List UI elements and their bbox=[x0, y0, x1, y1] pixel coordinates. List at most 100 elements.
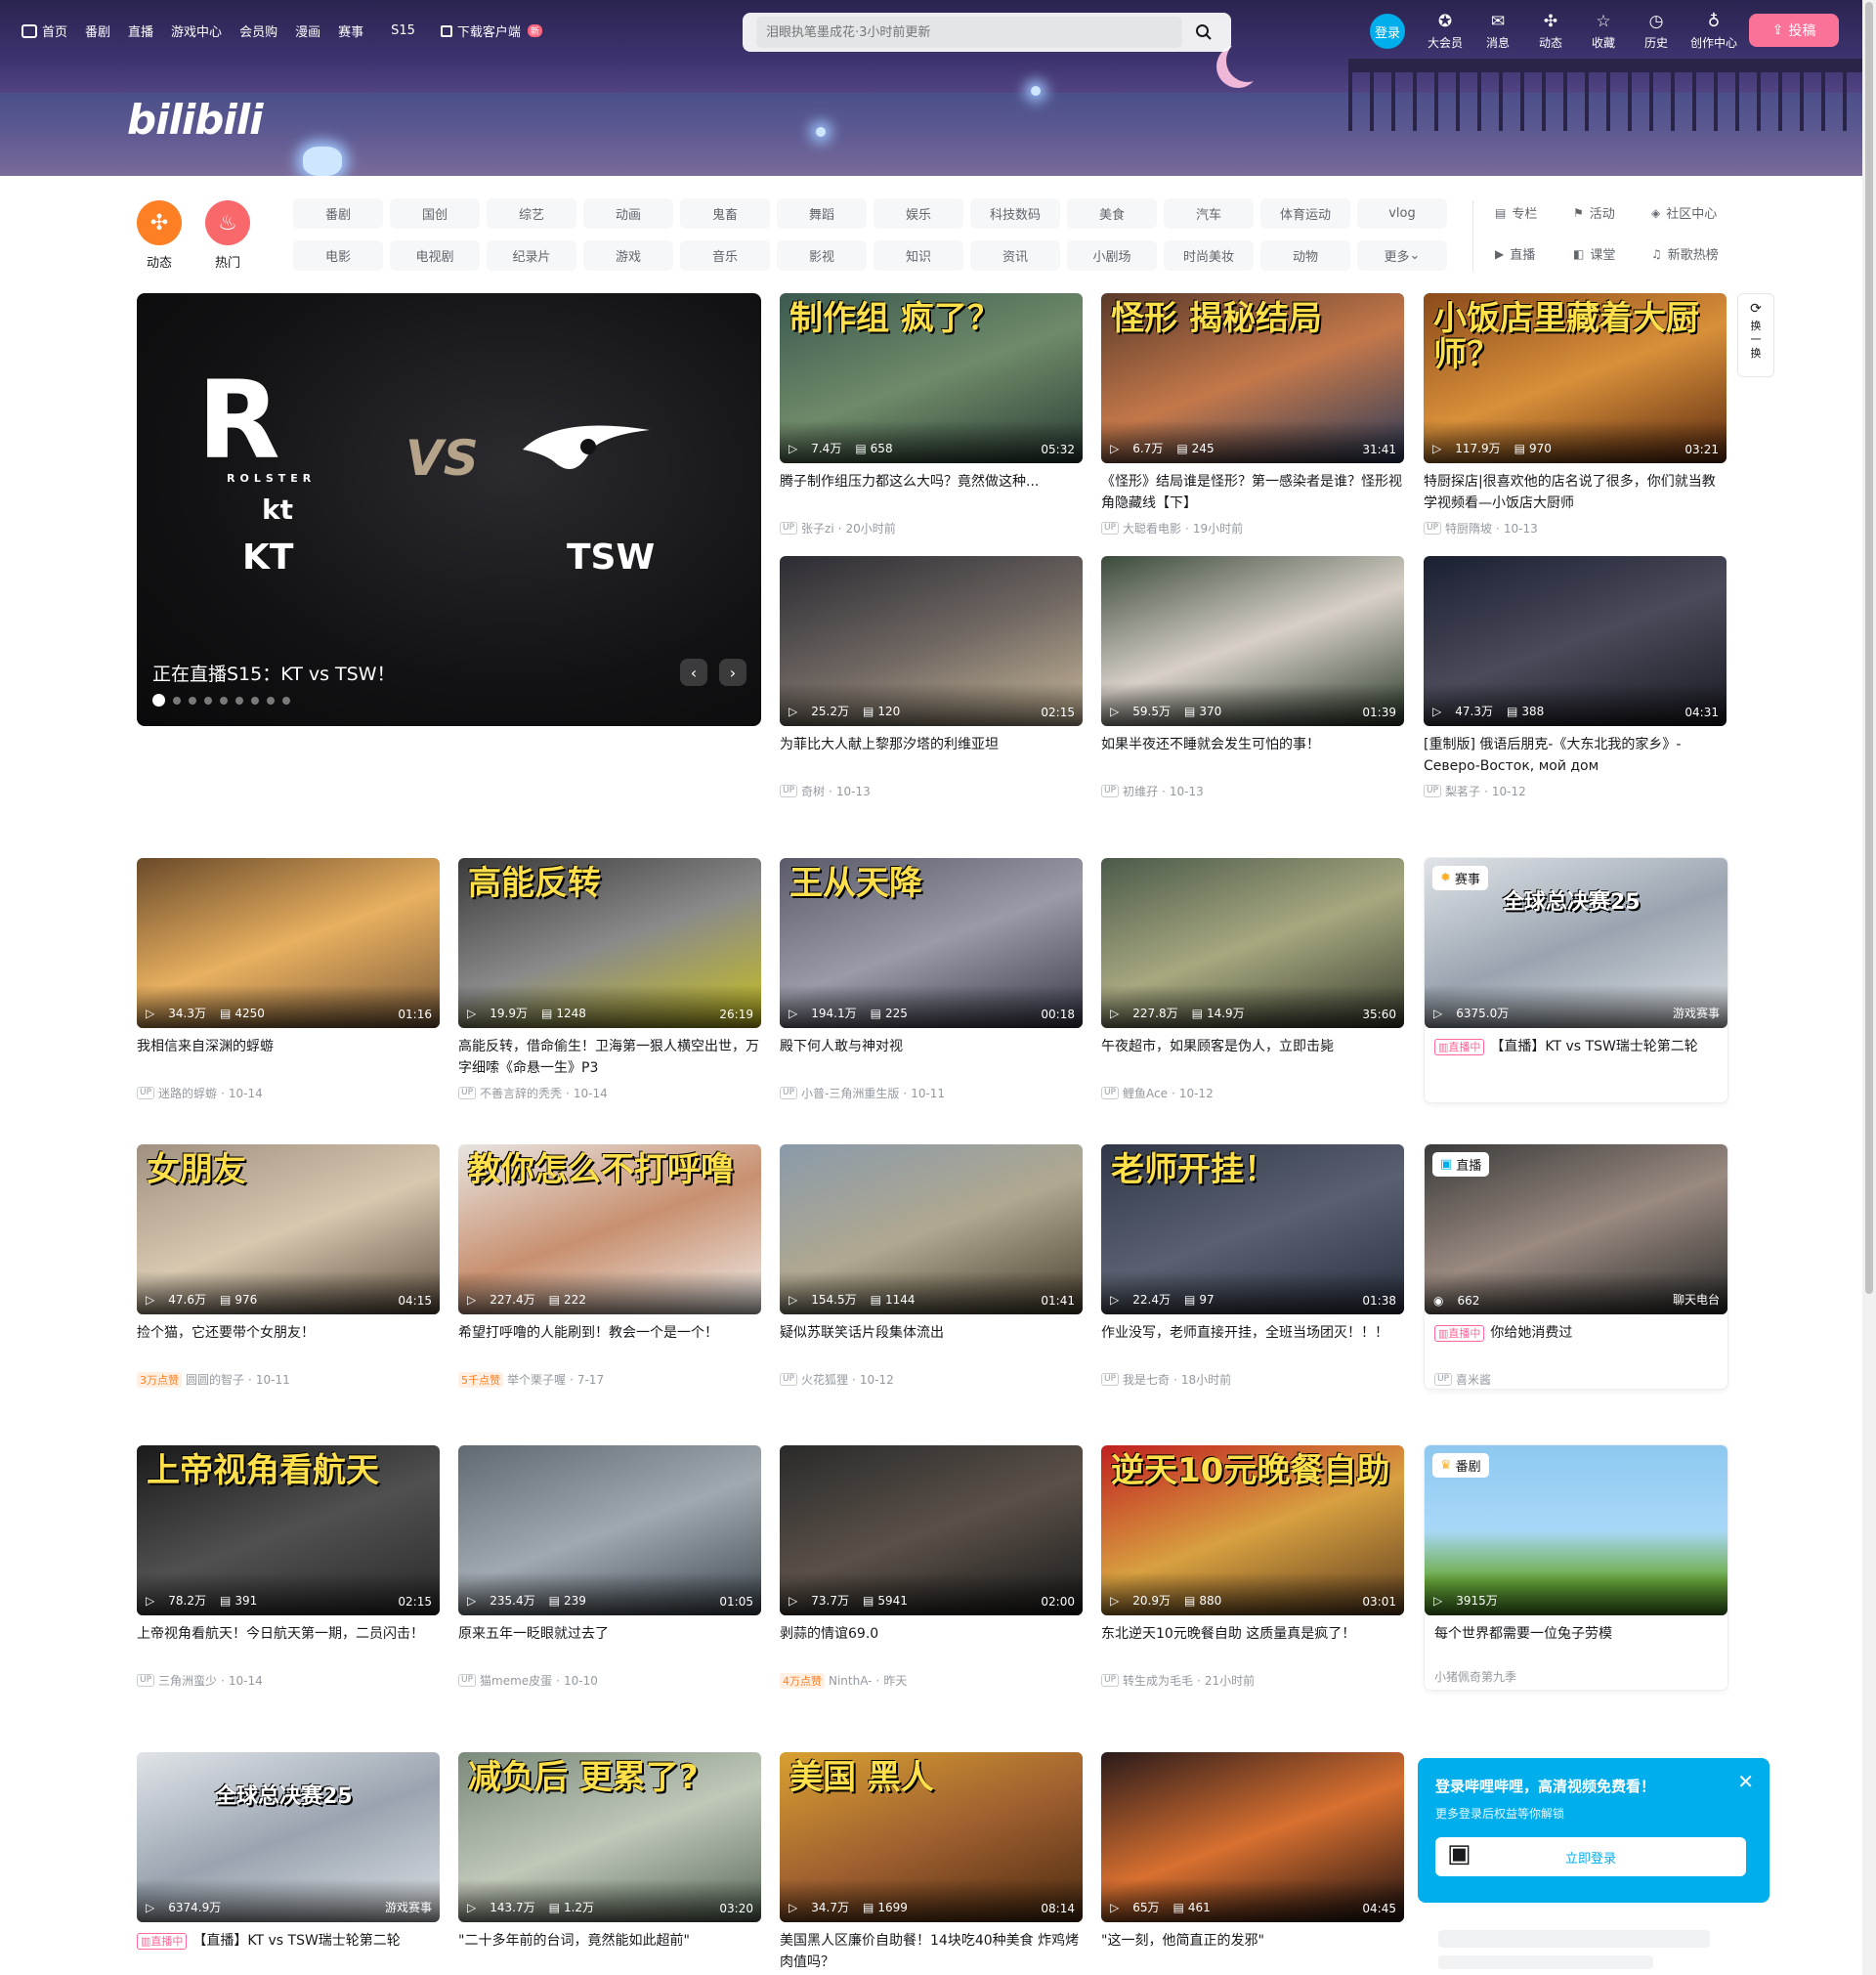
carousel-dot[interactable] bbox=[152, 694, 165, 707]
nav-live[interactable]: 直播 bbox=[128, 21, 153, 40]
video-card[interactable]: 美国 黑人 ▷ 34.7万 ▤ 1699 08:14 美国黑人区廉价自助餐！14块吃40种美… bbox=[780, 1752, 1083, 1973]
video-card[interactable]: 女朋友 ▷ 47.6万 ▤ 976 04:15 捡个猫，它还要带个女朋友！ 3万点赞 圆圆的智子… bbox=[137, 1144, 440, 1388]
dynamic-link[interactable]: ✣ 动态 bbox=[1524, 12, 1577, 51]
author[interactable]: 圆圆的智子 bbox=[186, 1371, 244, 1388]
channel-tag[interactable]: 国创 bbox=[390, 198, 480, 229]
carousel-next-button[interactable]: › bbox=[719, 659, 746, 686]
bangumi-meta[interactable]: 小猪佩奇第九季 bbox=[1425, 1668, 1727, 1685]
video-thumbnail[interactable]: 美国 黑人 ▷ 34.7万 ▤ 1699 08:14 bbox=[780, 1752, 1083, 1922]
video-card[interactable]: ▷ 73.7万 ▤ 5941 02:00 剥蒜的情谊69.0 4万点赞 NinthA- · 昨天 bbox=[780, 1445, 1083, 1689]
video-thumbnail[interactable]: ▷ 235.4万 ▤ 239 01:05 bbox=[458, 1445, 761, 1615]
channel-tag[interactable]: 知识 bbox=[874, 240, 963, 271]
video-title[interactable]: 东北逆天10元晚餐自助 这质量真是疯了！ bbox=[1101, 1623, 1404, 1666]
video-title[interactable]: "二十多年前的台词，竟然能如此超前" bbox=[458, 1930, 761, 1973]
nav-s15[interactable]: S15 bbox=[391, 23, 415, 38]
channel-tag[interactable]: 音乐 bbox=[680, 240, 770, 271]
video-title[interactable]: 剥蒜的情谊69.0 bbox=[780, 1623, 1083, 1666]
channel-tag[interactable]: 纪录片 bbox=[487, 240, 576, 271]
video-card[interactable]: 减负后 更累了? ▷ 143.7万 ▤ 1.2万 03:20 "二十多年前的台词，竟然能如此… bbox=[458, 1752, 761, 1973]
carousel-dot[interactable] bbox=[220, 696, 228, 705]
video-card[interactable]: ▷ 154.5万 ▤ 1144 01:41 疑似苏联笑话片段集体流出 UP 火花狐狸 · 10-1… bbox=[780, 1144, 1083, 1388]
login-avatar-button[interactable]: 登录 bbox=[1370, 14, 1405, 49]
side-link-activity[interactable]: ⚑ 活动 bbox=[1573, 203, 1651, 223]
channel-tag[interactable]: 动物 bbox=[1260, 240, 1350, 271]
video-thumbnail[interactable]: ▷ 47.3万 ▤ 388 04:31 bbox=[1424, 556, 1727, 726]
video-thumbnail[interactable]: ▷ 25.2万 ▤ 120 02:15 bbox=[780, 556, 1083, 726]
video-card[interactable]: ▷ 34.3万 ▤ 4250 01:16 我相信来自深渊的蜉蝣 UP 迷路的蜉蝣 · 10-14 bbox=[137, 858, 440, 1101]
video-card[interactable]: ▷ 25.2万 ▤ 120 02:15 为菲比大人献上黎那汐塔的利维亚坦 UP 奇树 · 10-1… bbox=[780, 556, 1083, 799]
live-card[interactable]: ▣ 直播 ◉ 662 聊天电台 ▥ 直播中 你给她消费过 UP 喜米酱 bbox=[1425, 1144, 1727, 1389]
author[interactable]: 喜米酱 bbox=[1456, 1371, 1491, 1388]
video-card[interactable]: ▷ 235.4万 ▤ 239 01:05 原来五年一眨眼就过去了 UP 猫meme皮蛋 · 10-… bbox=[458, 1445, 761, 1689]
nav-home[interactable]: 首页 bbox=[21, 21, 67, 40]
author[interactable]: 奇树 bbox=[801, 783, 825, 799]
author[interactable]: 我是七奇 bbox=[1123, 1371, 1170, 1388]
channel-tag[interactable]: 游戏 bbox=[583, 240, 673, 271]
author[interactable]: 鲤鱼Ace bbox=[1123, 1085, 1168, 1101]
author[interactable]: 迷路的蜉蝣 bbox=[158, 1085, 217, 1101]
video-thumbnail[interactable]: 怪形 揭秘结局 ▷ 6.7万 ▤ 245 31:41 bbox=[1101, 293, 1404, 463]
video-thumbnail[interactable]: 减负后 更累了? ▷ 143.7万 ▤ 1.2万 03:20 bbox=[458, 1752, 761, 1922]
author[interactable]: 小普-三角洲重生版 bbox=[801, 1085, 899, 1101]
video-card[interactable]: ▷ 65万 ▤ 461 04:45 "这一刻，他简直正的发邪" bbox=[1101, 1752, 1404, 1973]
video-title[interactable]: 疑似苏联笑话片段集体流出 bbox=[780, 1322, 1083, 1365]
carousel-dot[interactable] bbox=[204, 696, 212, 705]
channel-tag[interactable]: vlog bbox=[1357, 198, 1447, 229]
video-thumbnail[interactable]: 教你怎么不打呼噜 ▷ 227.4万 ▤ 222 bbox=[458, 1144, 761, 1314]
channel-tag[interactable]: 舞蹈 bbox=[777, 198, 867, 229]
scrollbar[interactable] bbox=[1862, 0, 1876, 1975]
author[interactable]: 梨茗子 bbox=[1445, 783, 1480, 799]
video-title[interactable]: 为菲比大人献上黎那汐塔的利维亚坦 bbox=[780, 734, 1083, 777]
carousel-dot[interactable] bbox=[251, 696, 259, 705]
video-title[interactable]: 特厨探店|很喜欢他的店名说了很多，你们就当教学视频看—小饭店大厨师 bbox=[1424, 471, 1727, 514]
author[interactable]: 举个栗子喔 bbox=[507, 1371, 566, 1388]
channel-tag[interactable]: 电影 bbox=[293, 240, 383, 271]
live-title-row[interactable]: ▥ 直播中 你给她消费过 bbox=[1425, 1322, 1727, 1365]
message-link[interactable]: ✉ 消息 bbox=[1471, 12, 1524, 51]
dynamic-round-button[interactable]: ✣ bbox=[137, 200, 182, 245]
live-thumbnail[interactable]: ▣ 直播 ◉ 662 聊天电台 bbox=[1425, 1144, 1727, 1314]
hero-carousel[interactable]: R ROLSTER kt KT VS TSW 正在直播S15：KT vs TSW… bbox=[137, 293, 761, 726]
video-title-row[interactable]: ▥ 直播中 【直播】KT vs TSW瑞士轮第二轮 bbox=[137, 1930, 440, 1973]
video-card[interactable]: ▷ 47.3万 ▤ 388 04:31 [重制版] 俄语后朋克-《大东北我的家乡》- Се… bbox=[1424, 556, 1727, 799]
video-title[interactable]: 《怪形》结局谁是怪形？第一感染者是谁？怪形视角隐藏线【下】 bbox=[1101, 471, 1404, 514]
author[interactable]: 张子zi bbox=[801, 520, 834, 537]
match-thumbnail[interactable]: 全球总决赛25 ✹ 赛事 ▷ 6375.0万 游戏赛事 bbox=[1425, 858, 1727, 1028]
video-thumbnail[interactable]: ▷ 65万 ▤ 461 04:45 bbox=[1101, 1752, 1404, 1922]
bangumi-thumbnail[interactable]: ♛ 番剧 ▷ 3915万 bbox=[1425, 1445, 1727, 1615]
history-link[interactable]: ◷ 历史 bbox=[1630, 12, 1683, 51]
author[interactable]: 火花狐狸 bbox=[801, 1371, 848, 1388]
video-title[interactable]: 原来五年一眨眼就过去了 bbox=[458, 1623, 761, 1666]
video-thumbnail[interactable]: ▷ 154.5万 ▤ 1144 01:41 bbox=[780, 1144, 1083, 1314]
carousel-dot[interactable] bbox=[235, 696, 243, 705]
video-card[interactable]: ▷ 59.5万 ▤ 370 01:39 如果半夜还不睡就会发生可怕的事！ UP 初维孖 · 10-… bbox=[1101, 556, 1404, 799]
channel-tag[interactable]: 科技数码 bbox=[970, 198, 1060, 229]
author[interactable]: 三角洲蛮少 bbox=[158, 1672, 217, 1689]
channel-tag[interactable]: 综艺 bbox=[487, 198, 576, 229]
bilibili-logo[interactable]: bilibili bbox=[127, 96, 264, 144]
video-title[interactable]: 上帝视角看航天！今日航天第一期，二员闪击！ bbox=[137, 1623, 440, 1666]
author[interactable]: 初维孖 bbox=[1123, 783, 1158, 799]
video-card[interactable]: ▷ 227.8万 ▤ 14.9万 35:60 午夜超市，如果顾客是伪人，立即击毙 UP 鲤鱼A… bbox=[1101, 858, 1404, 1101]
bangumi-title[interactable]: 每个世界都需要一位兔子劳模 bbox=[1425, 1623, 1727, 1645]
video-thumbnail[interactable]: 上帝视角看航天 ▷ 78.2万 ▤ 391 02:15 bbox=[137, 1445, 440, 1615]
video-title[interactable]: 作业没写，老师直接开挂，全班当场团灭！！！ bbox=[1101, 1322, 1404, 1365]
video-thumbnail[interactable]: 小饭店里藏着大厨师？ ▷ 117.9万 ▤ 970 03:21 bbox=[1424, 293, 1727, 463]
nav-download-client[interactable]: 下载客户端新 bbox=[440, 21, 542, 40]
author[interactable]: 不善言辞的秃秃 bbox=[480, 1085, 562, 1101]
side-link-column[interactable]: ▤ 专栏 bbox=[1495, 203, 1573, 223]
channel-tag[interactable]: 动画 bbox=[583, 198, 673, 229]
video-thumbnail[interactable]: 老师开挂！ ▷ 22.4万 ▤ 97 01:38 bbox=[1101, 1144, 1404, 1314]
video-thumbnail[interactable]: ▷ 227.8万 ▤ 14.9万 35:60 bbox=[1101, 858, 1404, 1028]
video-title[interactable]: 午夜超市，如果顾客是伪人，立即击毙 bbox=[1101, 1036, 1404, 1079]
channel-tag[interactable]: 更多 ⌄ bbox=[1357, 240, 1447, 271]
channel-tag[interactable]: 鬼畜 bbox=[680, 198, 770, 229]
hot-round-button[interactable]: ♨ bbox=[205, 200, 250, 245]
video-card[interactable]: 王从天降 ▷ 194.1万 ▤ 225 00:18 殿下何人敢与神对视 UP 小普-三角洲重生版… bbox=[780, 858, 1083, 1101]
author[interactable]: NinthA- bbox=[829, 1674, 873, 1688]
video-card[interactable]: 教你怎么不打呼噜 ▷ 227.4万 ▤ 222 希望打呼噜的人能刷到！教会一个是一个！ 5千… bbox=[458, 1144, 761, 1388]
search-icon[interactable] bbox=[1190, 19, 1217, 46]
video-title[interactable]: [重制版] 俄语后朋克-《大东北我的家乡》- Северо-Восток, мо… bbox=[1424, 734, 1727, 777]
video-card[interactable]: 制作组 疯了？ ▷ 7.4万 ▤ 658 05:32 腾子制作组压力都这么大吗？竟然做这种.… bbox=[780, 293, 1083, 537]
channel-tag[interactable]: 娱乐 bbox=[874, 198, 963, 229]
